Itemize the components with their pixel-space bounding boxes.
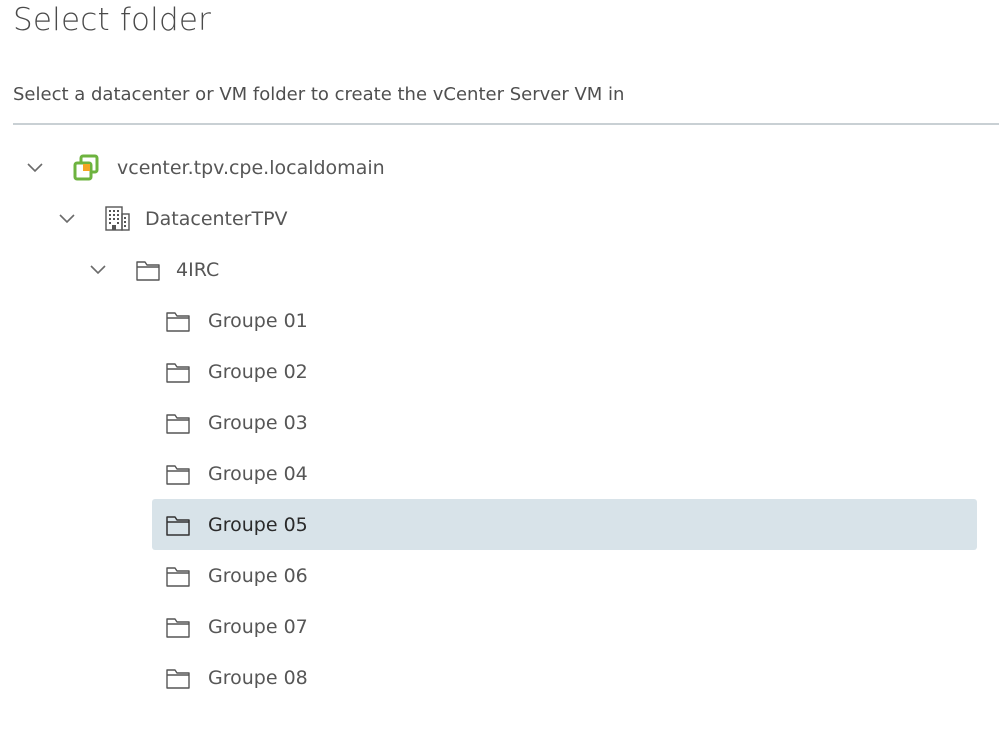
tree-node-label: Groupe 02: [208, 360, 308, 383]
folder-icon: [164, 460, 192, 488]
page-subtitle: Select a datacenter or VM folder to crea…: [13, 84, 625, 105]
folder-icon: [164, 511, 192, 539]
tree-node-label: Groupe 05: [208, 513, 308, 536]
tree-node-label: Groupe 03: [208, 411, 308, 434]
folder-icon: [164, 358, 192, 386]
folder-icon: [164, 307, 192, 335]
tree-node-groupe-02[interactable]: Groupe 02: [152, 346, 977, 397]
tree-node-label: Groupe 06: [208, 564, 308, 587]
tree-node-label: vcenter.tpv.cpe.localdomain: [117, 156, 385, 179]
tree-node-groupe-07[interactable]: Groupe 07: [152, 601, 977, 652]
tree-node-label: Groupe 08: [208, 666, 308, 689]
chevron-down-icon[interactable]: [87, 259, 109, 281]
datacenter-icon: [103, 205, 131, 233]
divider: [13, 123, 999, 125]
tree-node-vcenter[interactable]: vcenter.tpv.cpe.localdomain: [24, 142, 385, 193]
chevron-down-icon[interactable]: [24, 157, 46, 179]
tree-node-groupe-08[interactable]: Groupe 08: [152, 652, 977, 703]
tree-node-4irc[interactable]: 4IRC: [87, 244, 219, 295]
tree-node-label: 4IRC: [176, 258, 220, 281]
tree-node-label: Groupe 04: [208, 462, 308, 485]
tree-node-datacenter[interactable]: DatacenterTPV: [56, 193, 288, 244]
chevron-down-icon[interactable]: [56, 208, 78, 230]
tree-node-groupe-01[interactable]: Groupe 01: [152, 295, 977, 346]
folder-icon: [164, 613, 192, 641]
tree-node-groupe-04[interactable]: Groupe 04: [152, 448, 977, 499]
vcenter-icon: [72, 154, 100, 182]
tree-node-groupe-06[interactable]: Groupe 06: [152, 550, 977, 601]
tree-node-groupe-05[interactable]: Groupe 05: [152, 499, 977, 550]
tree-node-label: Groupe 07: [208, 615, 308, 638]
folder-icon: [164, 664, 192, 692]
folder-icon: [164, 409, 192, 437]
folder-icon: [134, 256, 162, 284]
folder-icon: [164, 562, 192, 590]
tree-node-groupe-03[interactable]: Groupe 03: [152, 397, 977, 448]
page-title: Select folder: [13, 2, 212, 38]
tree-node-label: DatacenterTPV: [145, 207, 288, 230]
tree-node-label: Groupe 01: [208, 309, 308, 332]
